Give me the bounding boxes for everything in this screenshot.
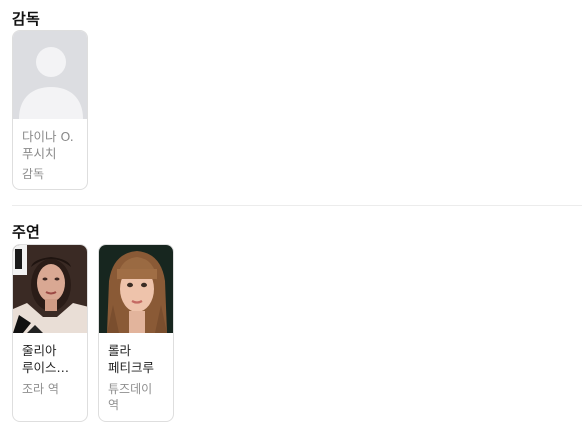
- cast-section-title: 주연: [12, 223, 41, 241]
- person-role: 감독: [22, 167, 45, 181]
- person-name: 다이나 O. 푸시치: [22, 129, 74, 161]
- person-role: 조라 역: [22, 382, 59, 396]
- person-card-cast-1[interactable]: 줄리아 루이스 드... 조라 역: [12, 244, 88, 422]
- director-section-title: 감독: [12, 10, 41, 28]
- section-divider: [12, 205, 582, 206]
- person-role: 튜즈데이 역: [108, 382, 153, 412]
- actor-photo: [13, 245, 87, 333]
- person-card-director[interactable]: 다이나 O. 푸시치 감독: [12, 30, 88, 190]
- actor-photo: [99, 245, 173, 333]
- person-card-cast-2[interactable]: 롤라 페티크루 튜즈데이 역: [98, 244, 174, 422]
- person-name: 롤라 페티크루: [108, 343, 155, 375]
- credits-page: 감독 다이나 O. 푸시치 감독 주연 줄리아 루이스 조라 역 롤라 페티크루…: [0, 0, 586, 435]
- placeholder-avatar-icon: [13, 31, 87, 119]
- person-name: 줄리아 루이스 드...: [22, 343, 57, 375]
